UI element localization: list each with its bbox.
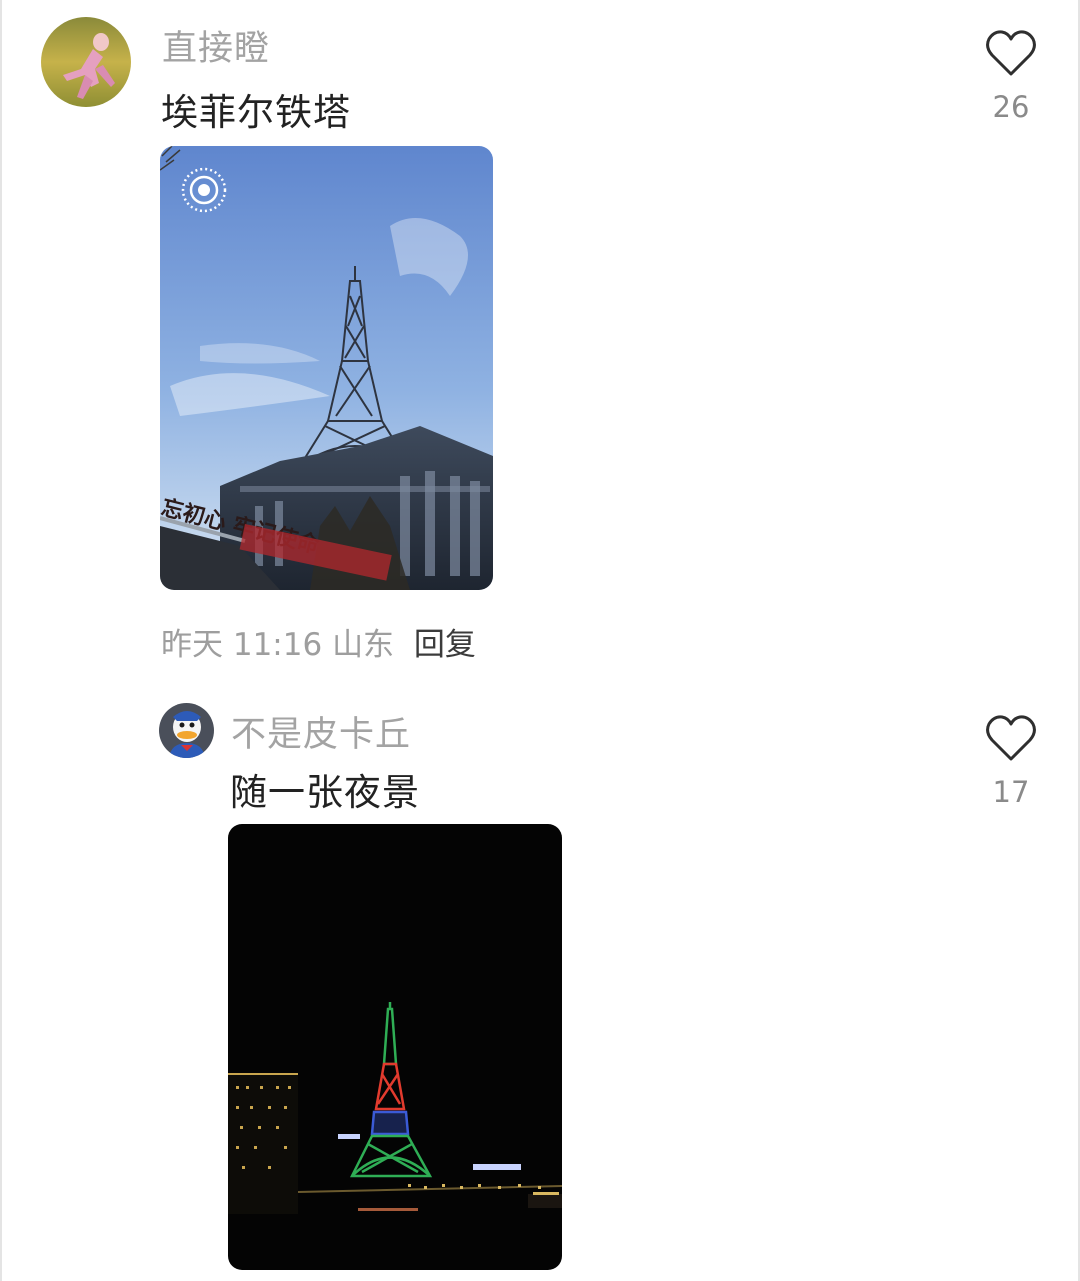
avatar[interactable] xyxy=(159,703,214,758)
heart-icon xyxy=(986,30,1036,76)
photo-image: 忘初心 牢记使命 xyxy=(160,146,493,590)
comment-text: 随一张夜景 xyxy=(230,771,420,814)
comment-photo-eiffel-night[interactable] xyxy=(228,824,562,1270)
comment-location: 山东 xyxy=(332,627,395,663)
comment-photo-eiffel-day[interactable]: 忘初心 牢记使命 xyxy=(160,146,493,590)
avatar-image-runner xyxy=(41,17,131,107)
username[interactable]: 不是皮卡丘 xyxy=(231,706,411,757)
comment-meta: 昨天 11:16 山东 回复 xyxy=(161,619,476,664)
frame-border-left xyxy=(0,0,2,1281)
photo-image xyxy=(228,824,562,1270)
heart-icon xyxy=(986,715,1036,761)
reply-button[interactable]: 回复 xyxy=(414,627,476,663)
comment-time: 昨天 11:16 xyxy=(161,627,323,663)
avatar-image-duck xyxy=(159,703,214,758)
like-button[interactable]: 17 xyxy=(981,713,1041,813)
avatar[interactable] xyxy=(41,17,131,107)
like-count: 17 xyxy=(992,775,1030,809)
like-button[interactable]: 26 xyxy=(981,28,1041,128)
like-count: 26 xyxy=(992,90,1030,124)
comment-text: 埃菲尔铁塔 xyxy=(161,91,351,134)
username[interactable]: 直接瞪 xyxy=(162,20,270,71)
